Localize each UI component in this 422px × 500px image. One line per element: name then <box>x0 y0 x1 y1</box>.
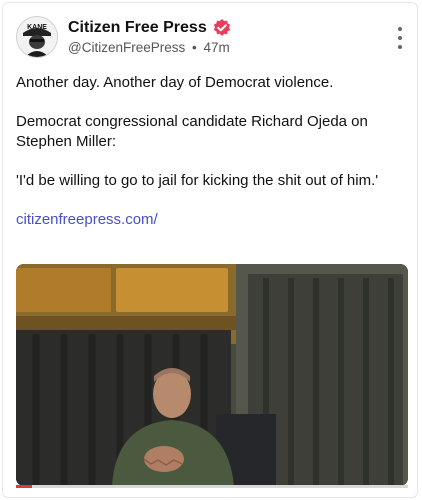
meta-separator: • <box>192 40 197 55</box>
post-body: Another day. Another day of Democrat vio… <box>16 73 408 230</box>
post-meta: @CitizenFreePress • 47m <box>68 40 230 55</box>
avatar-logo-text: KANE <box>27 24 47 31</box>
post-timestamp[interactable]: 47m <box>204 40 230 55</box>
video-progress-bar[interactable] <box>16 485 408 488</box>
video-player[interactable] <box>16 264 408 486</box>
author-handle[interactable]: @CitizenFreePress <box>68 40 185 55</box>
verified-badge-icon <box>212 18 232 38</box>
post-link[interactable]: citizenfreepress.com/ <box>16 210 408 230</box>
avatar[interactable]: KANE <box>16 16 58 58</box>
author-name[interactable]: Citizen Free Press <box>68 19 207 37</box>
post-text-paragraph: Another day. Another day of Democrat vio… <box>16 74 334 91</box>
more-options-icon[interactable] <box>396 27 404 49</box>
video-frame <box>16 264 408 486</box>
post-card: KANE Citizen Free Press @CitizenFreePres… <box>2 2 418 498</box>
post-text-paragraph: Democrat congressional candidate Richard… <box>16 113 368 150</box>
avatar-image: KANE <box>17 17 57 57</box>
author-row: Citizen Free Press <box>68 18 232 38</box>
post-text-paragraph: 'I'd be willing to go to jail for kickin… <box>16 172 379 189</box>
post-header: KANE Citizen Free Press @CitizenFreePres… <box>16 16 412 60</box>
video-progress-fill <box>16 485 32 488</box>
